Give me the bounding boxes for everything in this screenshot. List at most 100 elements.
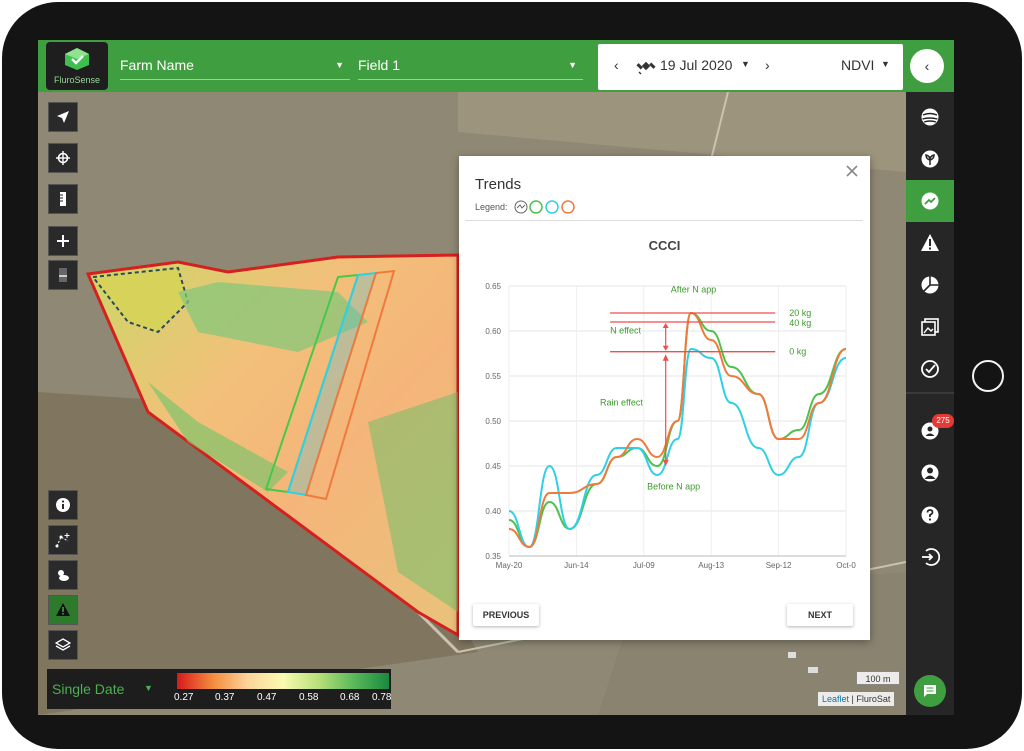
sidebar-item-profile[interactable]: [906, 452, 954, 494]
legend-tick: 0.37: [215, 692, 235, 703]
top-bar: FluroSense Farm Name ▼ Field 1 ▼ ‹ 19 Ju…: [38, 40, 954, 92]
previous-button[interactable]: PREVIOUS: [473, 604, 539, 626]
trends-icon: [921, 192, 939, 210]
legend-tick: 0.27: [174, 692, 194, 703]
check-badge-icon: [921, 360, 939, 378]
legend-tick: 0.58: [299, 692, 319, 703]
y-tick-label: 0.65: [485, 282, 501, 291]
draw-polygon-button[interactable]: [48, 525, 78, 555]
level-20kg-label: 20 kg: [789, 308, 811, 318]
alerts-button[interactable]: [48, 595, 78, 625]
sidebar-item-trends[interactable]: [906, 180, 954, 222]
ruler-tool-button[interactable]: [48, 184, 78, 214]
before-n-app-label: Before N app: [647, 481, 700, 491]
chart-title: CCCI: [648, 238, 681, 253]
next-button[interactable]: NEXT: [787, 604, 853, 626]
navigation-arrow-icon: [57, 111, 69, 123]
layers-icon: [55, 638, 71, 651]
y-tick-label: 0.55: [485, 372, 501, 381]
level-0kg-label: 0 kg: [789, 347, 806, 357]
y-tick-label: 0.35: [485, 552, 501, 561]
map-scale: 100 m: [856, 671, 900, 685]
sidebar-item-team[interactable]: 275: [906, 410, 954, 452]
chat-icon: [924, 685, 936, 697]
zoom-out-button[interactable]: [48, 260, 78, 290]
sidebar-item-help[interactable]: [906, 494, 954, 536]
images-icon: [921, 318, 939, 336]
date-mode-select[interactable]: Single Date: [52, 681, 124, 697]
notification-badge: 275: [932, 414, 954, 428]
app-screen: FluroSense Farm Name ▼ Field 1 ▼ ‹ 19 Ju…: [38, 40, 954, 715]
sidebar-item-analytics[interactable]: [906, 348, 954, 390]
sidebar-item-crop[interactable]: [906, 138, 954, 180]
legend-tick: 0.47: [257, 692, 277, 703]
n-effect-arrow-head-up: [662, 323, 669, 328]
trends-dialog: Trends Legend: CCCI 0.35 0.40 0.45 0.50 0.55…: [459, 156, 870, 640]
date-selector[interactable]: 19 Jul 2020: [660, 57, 732, 73]
rain-effect-label: Rain effect: [600, 398, 643, 408]
leaflet-link[interactable]: Leaflet: [822, 694, 849, 704]
info-button[interactable]: [48, 490, 78, 520]
zoom-slider-icon: [59, 268, 67, 282]
legend-label: Legend:: [475, 202, 508, 212]
field-dropdown-icon: ▼: [568, 60, 577, 70]
logo-text: FluroSense: [53, 75, 101, 85]
logo-cube-icon: [65, 48, 89, 70]
plant-icon: [921, 150, 939, 168]
date-mode-dropdown-icon: ▼: [144, 683, 153, 693]
n-effect-label: N effect: [610, 326, 641, 336]
x-tick-label: Oct-0: [836, 561, 856, 570]
map-attribution: Leaflet | FluroSat: [818, 692, 895, 706]
sidebar-item-zones[interactable]: [906, 264, 954, 306]
n-effect-arrow-head-down: [662, 345, 669, 351]
weather-cloud-icon: [58, 570, 69, 581]
next-date-icon[interactable]: ›: [765, 57, 770, 73]
close-icon[interactable]: [845, 164, 859, 178]
warning-icon: [56, 603, 70, 616]
profile-icon: [921, 464, 939, 482]
cyan-series-legend-icon: [545, 200, 559, 214]
sidebar-item-images[interactable]: [906, 306, 954, 348]
green-series-legend-icon: [529, 200, 543, 214]
plus-icon: [57, 235, 69, 247]
field-select[interactable]: Field 1 ▼: [358, 50, 583, 80]
legend-bar: Single Date ▼ 0.27 0.37 0.47 0.58 0.68 0…: [47, 669, 391, 709]
chat-button[interactable]: [914, 675, 946, 707]
layer-dropdown-icon: ▼: [881, 59, 890, 69]
sidebar-item-alerts[interactable]: [906, 222, 954, 264]
x-tick-label: May-20: [496, 561, 523, 570]
alert-icon: [921, 234, 939, 251]
sidebar-item-logout[interactable]: [906, 536, 954, 578]
info-icon: [56, 498, 70, 512]
after-n-app-label: After N app: [671, 284, 717, 294]
layers-button[interactable]: [48, 630, 78, 660]
y-tick-label: 0.60: [485, 327, 501, 336]
ccci-trend-chart[interactable]: 0.35 0.40 0.45 0.50 0.55 0.60 0.65 May-20 Jun-1…: [471, 266, 861, 586]
previous-date-icon[interactable]: ‹: [614, 57, 619, 73]
rain-effect-arrow-head-up: [662, 354, 669, 361]
locate-tool-button[interactable]: [48, 102, 78, 132]
farm-dropdown-icon: ▼: [335, 60, 344, 70]
orange-series-legend-icon: [561, 200, 575, 214]
help-icon: [921, 506, 939, 524]
crosshair-icon: [56, 151, 70, 165]
logout-icon: [922, 548, 940, 566]
collapse-panel-button[interactable]: ‹: [910, 49, 944, 83]
home-button[interactable]: [972, 360, 1004, 392]
right-sidebar: 275: [906, 92, 954, 715]
tablet-frame: FluroSense Farm Name ▼ Field 1 ▼ ‹ 19 Ju…: [2, 2, 1022, 749]
dialog-divider: [465, 220, 863, 221]
legend-tick: 0.78: [372, 692, 392, 703]
weather-button[interactable]: [48, 560, 78, 590]
layer-selector[interactable]: NDVI: [841, 57, 874, 73]
crosshair-tool-button[interactable]: [48, 143, 78, 173]
zoom-in-button[interactable]: [48, 226, 78, 256]
app-logo[interactable]: FluroSense: [46, 42, 108, 90]
sidebar-item-globe[interactable]: [906, 96, 954, 138]
x-tick-label: Jun-14: [564, 561, 589, 570]
x-tick-label: Jul-09: [633, 561, 655, 570]
level-40kg-label: 40 kg: [789, 318, 811, 328]
x-tick-label: Aug-13: [698, 561, 724, 570]
farm-select[interactable]: Farm Name ▼: [120, 50, 350, 80]
dialog-title: Trends: [475, 176, 522, 193]
